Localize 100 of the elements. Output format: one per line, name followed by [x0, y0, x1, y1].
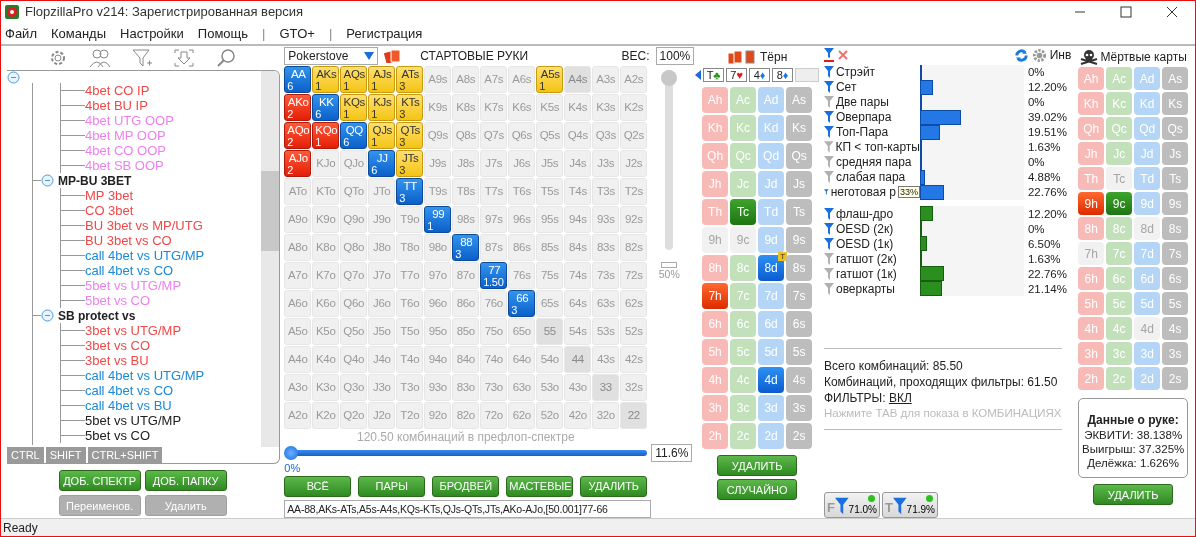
hand-cell[interactable]: J4s	[564, 149, 592, 177]
playing-card[interactable]: 9d	[1134, 192, 1161, 215]
filter-icon[interactable]	[823, 252, 834, 265]
board-card[interactable]: T♣	[703, 68, 725, 82]
playing-card[interactable]: Ts	[1162, 167, 1189, 190]
playing-card[interactable]: 6d	[1134, 267, 1161, 290]
hand-cell[interactable]: K2s	[620, 93, 648, 121]
hand-cell[interactable]: 82s	[620, 233, 648, 261]
playing-card[interactable]: Qc	[1106, 117, 1133, 140]
playing-card[interactable]: 4c	[730, 367, 757, 393]
hand-cell[interactable]: AKs 1	[312, 65, 340, 93]
tree-item[interactable]: 3bet vs BU	[85, 353, 149, 368]
filter-icon[interactable]	[823, 111, 834, 124]
hand-cell[interactable]: A8s	[452, 65, 480, 93]
hand-cell[interactable]: T3o	[396, 373, 424, 401]
playing-card[interactable]: 9s	[1162, 192, 1189, 215]
hand-cell[interactable]: T4s	[564, 177, 592, 205]
hand-cell[interactable]: J3o	[368, 373, 396, 401]
playing-card[interactable]: Kc	[730, 115, 757, 141]
playing-card[interactable]: Ks	[1162, 92, 1189, 115]
playing-card[interactable]: 3c	[1106, 342, 1133, 365]
hand-cell[interactable]: A3o	[284, 373, 312, 401]
hand-cell[interactable]: T3s	[592, 177, 620, 205]
tree-item[interactable]: 4bet SB OOP	[85, 158, 164, 173]
playing-card[interactable]: 3h	[1078, 342, 1105, 365]
playing-card[interactable]: 4h	[702, 367, 729, 393]
hand-cell[interactable]: AKo 2	[284, 93, 312, 121]
hand-cell[interactable]: K6o	[312, 289, 340, 317]
import-icon[interactable]	[173, 48, 195, 68]
hand-cell[interactable]: 98s	[452, 205, 480, 233]
hand-cell[interactable]: J6o	[368, 289, 396, 317]
playing-card[interactable]: 7d	[1134, 242, 1161, 265]
hand-cell[interactable]: 42s	[620, 345, 648, 373]
hand-cell[interactable]: 97s	[480, 205, 508, 233]
filter-icon[interactable]	[823, 237, 834, 250]
hand-cell[interactable]: 53s	[592, 317, 620, 345]
hand-cell[interactable]: 76o	[480, 289, 508, 317]
hand-cell[interactable]: K9o	[312, 205, 340, 233]
playing-card[interactable]: 6d	[758, 311, 785, 337]
percent-slider[interactable]	[286, 445, 648, 460]
hand-cell[interactable]: K2o	[312, 401, 340, 429]
hand-cell[interactable]: 43s	[592, 345, 620, 373]
hand-cell[interactable]: JTs 3	[396, 149, 424, 177]
hand-cell[interactable]: T5s	[536, 177, 564, 205]
hand-cell[interactable]: KQs 1	[340, 93, 368, 121]
tree-item[interactable]: MP 3bet	[85, 188, 134, 203]
hand-cell[interactable]: 96s	[508, 205, 536, 233]
hand-cell[interactable]: AQs 1	[340, 65, 368, 93]
playing-card[interactable]: Th	[1078, 167, 1105, 190]
playing-card[interactable]: 7s	[1162, 242, 1189, 265]
hand-cell[interactable]: J7o	[368, 261, 396, 289]
hand-cell[interactable]: 82o	[452, 401, 480, 429]
hand-cell[interactable]: 94o	[424, 345, 452, 373]
hand-cell[interactable]: A7s	[480, 65, 508, 93]
playing-card[interactable]: 6c	[1106, 267, 1133, 290]
playing-card[interactable]: Jc	[730, 171, 757, 197]
hand-cell[interactable]: 32o	[592, 401, 620, 429]
hand-cell[interactable]: 87o	[452, 261, 480, 289]
playing-card[interactable]: Ah	[702, 87, 729, 113]
filter-icon[interactable]	[823, 267, 834, 280]
slider-thumb[interactable]	[284, 445, 299, 460]
hand-cell[interactable]: TT 3	[396, 177, 424, 205]
playing-card[interactable]: 8h	[702, 255, 729, 281]
playing-card[interactable]: 6h	[702, 311, 729, 337]
playing-card[interactable]: 7h	[1078, 242, 1105, 265]
slider-thumb[interactable]	[661, 69, 678, 86]
filter-icon[interactable]	[823, 81, 834, 94]
menu-item[interactable]: Помощь	[197, 25, 249, 41]
hand-cell[interactable]: 86s	[508, 233, 536, 261]
hand-cell[interactable]: 72o	[480, 401, 508, 429]
tree-item[interactable]: 4bet CO IP	[85, 83, 150, 98]
hand-cell[interactable]: J2s	[620, 149, 648, 177]
hand-cell[interactable]: T2s	[620, 177, 648, 205]
hand-cell[interactable]: K5o	[312, 317, 340, 345]
hand-cell[interactable]: 65s	[536, 289, 564, 317]
hand-cell[interactable]: 84s	[564, 233, 592, 261]
playing-card[interactable]: 5c	[1106, 292, 1133, 315]
hand-cell[interactable]: J6s	[508, 149, 536, 177]
hand-cell[interactable]: 97o	[424, 261, 452, 289]
left-arrow-icon[interactable]	[695, 70, 702, 80]
hand-cell[interactable]: JTo	[368, 177, 396, 205]
hand-cell[interactable]: Q2s	[620, 121, 648, 149]
people-icon[interactable]	[89, 48, 111, 68]
tree-item[interactable]: call 4bet vs CO	[85, 383, 174, 398]
refresh-icon[interactable]	[1013, 47, 1029, 63]
filter-icon[interactable]	[823, 156, 834, 169]
hand-cell[interactable]: 54o	[536, 345, 564, 373]
hand-cell[interactable]: ATo	[284, 177, 312, 205]
hand-cell[interactable]: KQo 1	[312, 121, 340, 149]
board-button[interactable]: УДАЛИТЬ	[717, 455, 798, 476]
hand-cell[interactable]: 74s	[564, 261, 592, 289]
hand-cell[interactable]: 87s	[480, 233, 508, 261]
playing-card[interactable]: Kd	[758, 115, 785, 141]
hand-cell[interactable]: K4o	[312, 345, 340, 373]
hand-cell[interactable]: T8s	[452, 177, 480, 205]
hand-cell[interactable]: 93s	[592, 205, 620, 233]
playing-card[interactable]: 8s	[786, 255, 813, 281]
playing-card[interactable]: Jh	[702, 171, 729, 197]
hand-cell[interactable]: K3o	[312, 373, 340, 401]
hand-cell[interactable]: 84o	[452, 345, 480, 373]
